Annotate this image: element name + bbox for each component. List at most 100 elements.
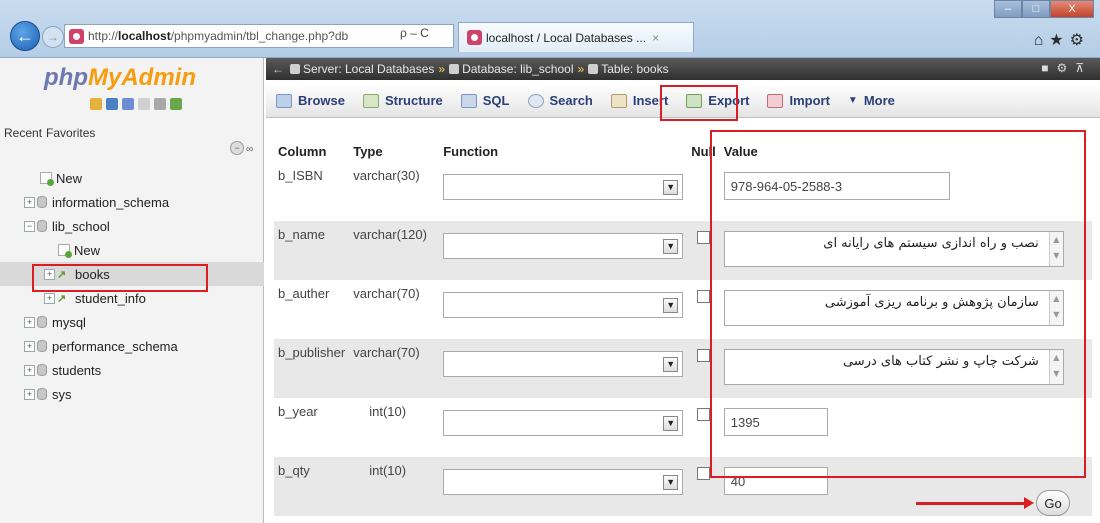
expand-icon[interactable]: +: [24, 316, 35, 328]
tab-export-label: Export: [708, 93, 750, 108]
tree-item-books[interactable]: + ↗ books: [0, 262, 264, 286]
field-row: b_qty int(10) ▼ 40: [274, 457, 1092, 516]
new-item-icon: [40, 172, 54, 186]
address-bar[interactable]: http://localhost/phpmyadmin/tbl_change.p…: [64, 24, 454, 48]
tab-import-label: Import: [789, 93, 830, 108]
function-select[interactable]: ▼: [443, 410, 684, 436]
function-select[interactable]: ▼: [443, 351, 684, 377]
tab-sql[interactable]: SQL: [460, 93, 510, 108]
settings-icon[interactable]: [154, 98, 166, 110]
value-text: 40: [730, 473, 746, 489]
field-type: varchar(70): [353, 345, 420, 360]
close-window-button[interactable]: X: [1050, 0, 1094, 18]
help-icon[interactable]: [122, 98, 134, 110]
tree-item-students[interactable]: + students: [0, 358, 264, 382]
expand-icon[interactable]: +: [24, 364, 35, 376]
expand-icon[interactable]: +: [24, 340, 35, 352]
function-cell: ▼: [439, 339, 687, 398]
go-button[interactable]: Go: [1036, 490, 1070, 516]
expand-icon[interactable]: +: [24, 388, 35, 400]
collapse-all-icon[interactable]: −: [230, 141, 244, 155]
null-checkbox[interactable]: [697, 290, 711, 303]
null-checkbox[interactable]: [697, 349, 711, 362]
value-textarea[interactable]: شرکت چاپ و نشر کتاب های درسی ▲ ▼: [723, 349, 1064, 385]
tree-item-performance-schema[interactable]: + performance_schema: [0, 334, 264, 358]
tree-item-lib-school[interactable]: − lib_school: [0, 214, 264, 238]
forward-arrow-icon: →: [47, 30, 59, 44]
breadcrumb-tools-icons[interactable]: ■⚙⊼: [1041, 61, 1092, 75]
tab-search[interactable]: Search: [527, 93, 593, 108]
phpmyadmin-logo[interactable]: phpMyAdmin: [44, 64, 196, 92]
tab-browse[interactable]: Browse: [276, 93, 345, 108]
function-select[interactable]: ▼: [443, 292, 684, 318]
header-value: Value: [723, 143, 758, 159]
tab-structure[interactable]: Structure: [362, 93, 443, 108]
link-with-main-icon[interactable]: ∞: [246, 144, 253, 155]
header-function: Function: [443, 143, 499, 159]
browse-icon: [276, 93, 292, 108]
null-cell: [687, 398, 720, 457]
function-select[interactable]: ▼: [443, 469, 684, 495]
textarea-scrollbar[interactable]: ▲ ▼: [1048, 291, 1063, 325]
tree-item-new[interactable]: New: [0, 166, 264, 190]
tree-item-student-info[interactable]: + ↗ student_info: [0, 286, 264, 310]
tab-import[interactable]: Import: [767, 93, 830, 108]
maximize-button[interactable]: □: [1022, 0, 1050, 18]
table-icon: ↗: [57, 293, 67, 305]
insert-icon: [610, 93, 627, 108]
address-search-refresh-icons[interactable]: ρ – C: [400, 26, 429, 40]
forward-button[interactable]: →: [42, 26, 64, 48]
tree-item-sys[interactable]: + sys: [0, 382, 264, 406]
tab-structure-label: Structure: [384, 93, 443, 108]
tree-item-label: lib_school: [52, 218, 110, 234]
browser-tab[interactable]: localhost / Local Databases ... ×: [458, 22, 694, 52]
back-button[interactable]: ←: [10, 21, 40, 51]
value-input[interactable]: 1395: [723, 408, 828, 436]
value-textarea[interactable]: سازمان پژوهش و برنامه ریزی آموزشی ▲ ▼: [723, 290, 1064, 326]
favorites-tab[interactable]: Favorites: [46, 126, 95, 140]
expand-icon[interactable]: +: [44, 292, 55, 304]
tab-sql-label: SQL: [482, 93, 510, 108]
value-textarea[interactable]: نصب و راه اندازی سیستم های رایانه ای ▲ ▼: [723, 231, 1064, 267]
sql-icon: [460, 93, 477, 108]
logout-icon[interactable]: [106, 98, 118, 110]
function-select[interactable]: ▼: [443, 174, 684, 200]
home-icon[interactable]: [90, 98, 102, 110]
value-input[interactable]: 978-964-05-2588-3: [723, 172, 950, 200]
breadcrumb-table[interactable]: Table: books: [601, 62, 668, 76]
docs-icon[interactable]: [138, 98, 150, 110]
header-null: Null: [691, 143, 716, 159]
dropdown-triangle-icon: ▼: [847, 95, 858, 106]
reload-icon[interactable]: [170, 98, 182, 110]
tab-insert[interactable]: Insert: [610, 93, 668, 108]
value-input[interactable]: 40: [723, 467, 828, 495]
expand-icon[interactable]: +: [24, 196, 35, 208]
field-column-name: b_qty: [278, 463, 310, 478]
null-cell: [687, 280, 720, 339]
recent-tab[interactable]: Recent: [4, 126, 42, 140]
breadcrumb-server[interactable]: Server: Local Databases: [303, 62, 434, 76]
navigation-panel: phpMyAdmin Recent Favorites − ∞ New + infor…: [0, 58, 264, 523]
null-checkbox[interactable]: [697, 231, 711, 244]
function-select[interactable]: ▼: [443, 233, 684, 259]
tree-item-information-schema[interactable]: + information_schema: [0, 190, 264, 214]
tree-item-mysql[interactable]: + mysql: [0, 310, 264, 334]
minimize-button[interactable]: –: [994, 0, 1022, 18]
null-checkbox[interactable]: [697, 408, 711, 421]
recent-favorites-tabs: Recent Favorites: [4, 126, 99, 140]
expand-icon[interactable]: +: [44, 268, 55, 280]
home-favorites-settings-icons[interactable]: ⌂★⚙: [1034, 30, 1090, 50]
collapse-nav-icon[interactable]: ←: [272, 62, 284, 76]
function-cell: ▼: [439, 457, 687, 516]
back-arrow-icon: ←: [16, 25, 34, 46]
collapse-icon[interactable]: −: [24, 220, 35, 232]
breadcrumb-database[interactable]: Database: lib_school: [462, 62, 573, 76]
tree-item-new[interactable]: New: [0, 238, 264, 262]
textarea-scrollbar[interactable]: ▲ ▼: [1048, 350, 1063, 384]
tab-more[interactable]: ▼ More: [848, 93, 895, 108]
tab-export[interactable]: Export: [686, 93, 749, 108]
export-icon: [686, 93, 703, 108]
tab-close-icon[interactable]: ×: [652, 31, 659, 45]
textarea-scrollbar[interactable]: ▲ ▼: [1048, 232, 1063, 266]
null-checkbox[interactable]: [697, 467, 711, 480]
